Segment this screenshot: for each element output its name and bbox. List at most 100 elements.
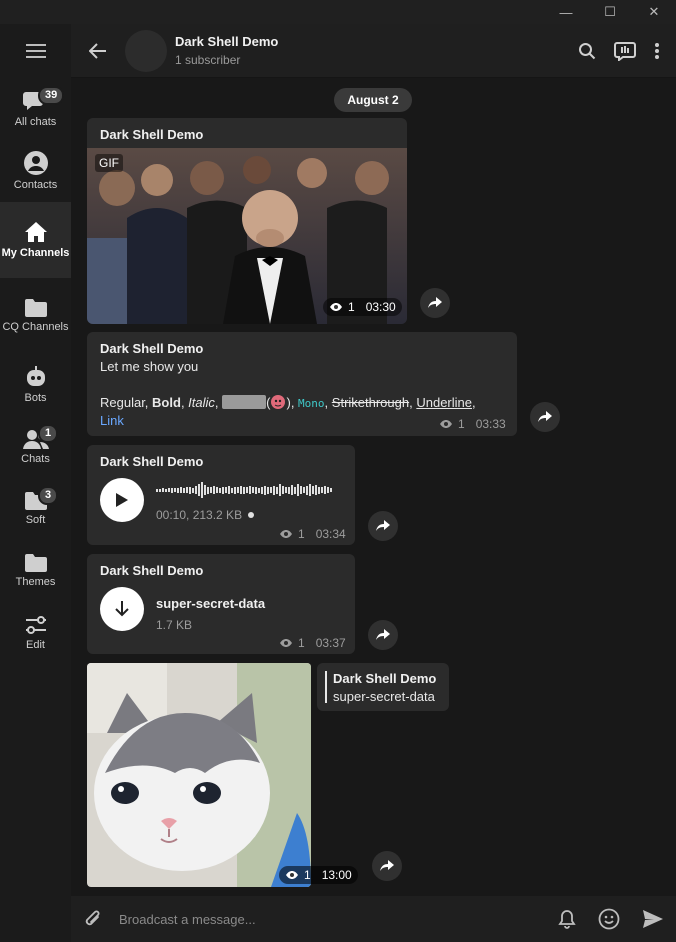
- forward-button[interactable]: [530, 402, 560, 432]
- view-count: 1: [298, 636, 305, 650]
- sidebar-item-contacts[interactable]: Contacts: [0, 140, 71, 202]
- channel-title: Dark Shell Demo: [175, 34, 279, 49]
- sidebar-item-label: Bots: [24, 392, 47, 404]
- share-icon: [376, 520, 390, 531]
- arrow-left-icon: [89, 42, 106, 59]
- discussion-icon[interactable]: [614, 41, 636, 61]
- message-meta: 1 13:00: [279, 866, 358, 884]
- menu-button[interactable]: [0, 24, 71, 78]
- reply-text: super-secret-data: [333, 689, 435, 704]
- message-time: 03:34: [315, 527, 346, 541]
- sidebar-item-edit[interactable]: Edit: [0, 602, 71, 664]
- message-gif[interactable]: Dark Shell Demo GIF 1 03:30: [87, 118, 407, 324]
- play-button[interactable]: [100, 478, 144, 522]
- file-name[interactable]: super-secret-data: [156, 596, 265, 611]
- sidebar-item-chats[interactable]: 1 Chats: [0, 416, 71, 478]
- forward-button[interactable]: [420, 288, 450, 318]
- sidebar-item-my-channels[interactable]: My Channels: [0, 202, 71, 278]
- hamburger-icon: [25, 44, 46, 58]
- title-bar: — ☐ ✕: [0, 0, 676, 24]
- channel-info[interactable]: Dark Shell Demo 1 subscriber: [175, 34, 578, 67]
- sidebar-item-all-chats[interactable]: 39 All chats: [0, 78, 71, 140]
- forward-button[interactable]: [368, 511, 398, 541]
- forward-button[interactable]: [368, 620, 398, 650]
- audio-waveform[interactable]: [156, 480, 332, 500]
- text-separator: ,: [324, 395, 332, 410]
- message-meta: 1 03:30: [323, 298, 402, 316]
- message-time: 03:33: [475, 417, 506, 431]
- message-time: 13:00: [321, 868, 352, 882]
- forward-button[interactable]: [372, 851, 402, 881]
- message-composer: Broadcast a message...: [71, 896, 676, 942]
- text-regular: Regular,: [100, 395, 153, 410]
- eye-icon: [280, 639, 292, 647]
- maximize-button[interactable]: ☐: [588, 0, 632, 24]
- share-icon: [376, 629, 390, 640]
- text-separator: ,: [472, 395, 476, 410]
- sidebar-item-bots[interactable]: Bots: [0, 354, 71, 416]
- channel-avatar[interactable]: [125, 29, 167, 72]
- message-input[interactable]: Broadcast a message...: [119, 912, 558, 927]
- gif-label: GIF: [95, 154, 123, 172]
- chat-header: Dark Shell Demo 1 subscriber: [71, 24, 676, 78]
- unread-badge: 3: [38, 486, 59, 505]
- download-button[interactable]: [100, 587, 144, 631]
- message-sender: Dark Shell Demo: [100, 454, 204, 469]
- spoiler-text[interactable]: [222, 395, 267, 409]
- message-text[interactable]: Dark Shell Demo Let me show you Regular,…: [87, 332, 517, 436]
- minimize-button[interactable]: —: [544, 0, 588, 24]
- view-count: 1: [304, 868, 311, 882]
- photo-media[interactable]: [87, 663, 311, 887]
- message-voice[interactable]: Dark Shell Demo 00:10, 213.2 KB 1 03:34: [87, 445, 355, 545]
- back-button[interactable]: [87, 40, 109, 62]
- message-time: 03:30: [365, 300, 396, 314]
- contact-icon: [23, 151, 48, 175]
- unplayed-dot: [248, 512, 255, 518]
- emoji-icon[interactable]: [598, 908, 620, 930]
- message-meta: 1 03:34: [279, 527, 346, 541]
- sidebar-item-label: CQ Channels: [2, 321, 69, 333]
- file-size: 1.7 KB: [156, 618, 193, 632]
- eye-icon: [330, 303, 342, 311]
- message-sender: Dark Shell Demo: [100, 563, 204, 578]
- text-link[interactable]: Link: [100, 412, 124, 430]
- unread-badge: 39: [38, 86, 65, 105]
- sidebar-item-soft[interactable]: 3 Soft: [0, 478, 71, 540]
- folders-sidebar: 39 All chats Contacts My Channels CQ Cha…: [0, 24, 71, 942]
- sidebar-item-themes[interactable]: Themes: [0, 540, 71, 602]
- sidebar-item-cq-channels[interactable]: CQ Channels: [0, 278, 71, 354]
- paperclip-icon[interactable]: [83, 908, 103, 930]
- message-line: Let me show you: [100, 359, 199, 374]
- app-window: — ☐ ✕ 39 All chats Contacts My Channels …: [0, 0, 676, 942]
- text-strikethrough: Strikethrough: [331, 395, 410, 410]
- download-icon: [115, 601, 129, 617]
- sliders-icon: [25, 616, 46, 634]
- message-file[interactable]: Dark Shell Demo super-secret-data 1.7 KB…: [87, 554, 355, 654]
- sidebar-item-label: Chats: [21, 453, 50, 465]
- more-options-icon[interactable]: [654, 42, 660, 60]
- message-meta: 1 03:37: [279, 636, 346, 650]
- message-time: 03:37: [315, 636, 346, 650]
- sidebar-item-label: Themes: [15, 576, 56, 588]
- eye-icon: [280, 530, 292, 538]
- folder-icon: [24, 299, 47, 317]
- message-sender: Dark Shell Demo: [100, 341, 204, 356]
- date-separator: August 2: [334, 88, 412, 112]
- folder-icon: [24, 554, 47, 572]
- close-button[interactable]: ✕: [632, 0, 676, 24]
- reply-preview[interactable]: Dark Shell Demo super-secret-data: [317, 663, 449, 711]
- search-icon[interactable]: [578, 42, 596, 60]
- sidebar-item-label: All chats: [14, 116, 57, 128]
- home-icon: [24, 222, 47, 242]
- eye-icon: [440, 420, 452, 428]
- chat-panel: Dark Shell Demo 1 subscriber August 2 Da…: [71, 24, 676, 942]
- text-mono[interactable]: Mono: [298, 397, 325, 410]
- bell-icon[interactable]: [558, 909, 576, 929]
- text-separator: ,: [214, 395, 223, 410]
- audio-duration-size: 00:10, 213.2 KB: [156, 508, 243, 522]
- message-sender: Dark Shell Demo: [100, 127, 204, 142]
- sidebar-item-label: My Channels: [1, 247, 70, 259]
- send-icon[interactable]: [642, 909, 664, 929]
- audio-info: 00:10, 213.2 KB: [156, 508, 255, 522]
- unread-badge: 1: [38, 424, 59, 443]
